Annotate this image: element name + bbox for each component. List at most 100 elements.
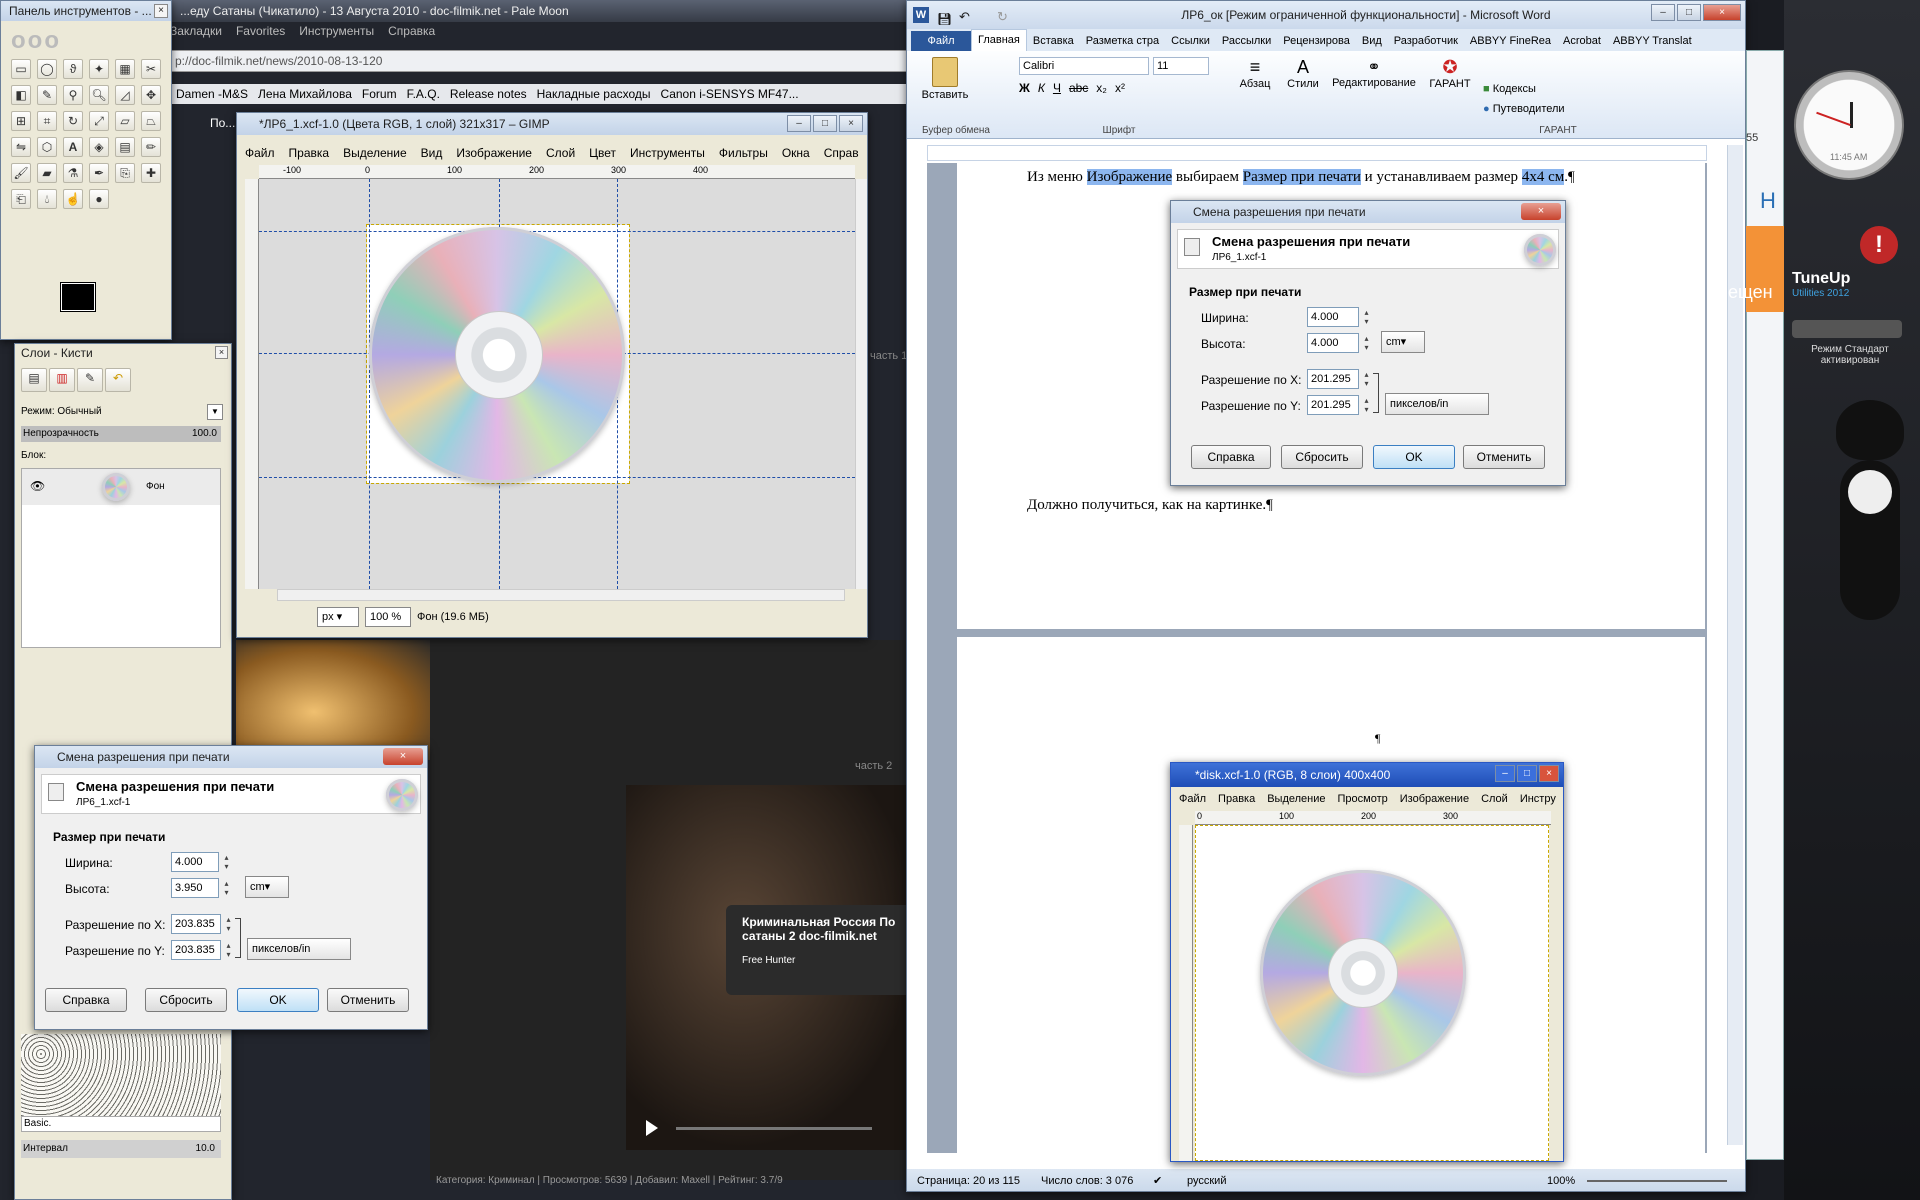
close-icon[interactable]: ×	[383, 748, 423, 765]
rotate-icon[interactable]: ↻	[63, 111, 83, 131]
tab-references[interactable]: Ссылки	[1165, 31, 1216, 51]
redo-icon[interactable]: ↻	[997, 3, 1008, 29]
scale-icon[interactable]: ⤢	[89, 111, 109, 131]
undo-icon[interactable]: ↶	[959, 3, 970, 29]
close-icon[interactable]: ×	[1703, 4, 1741, 21]
tab-file[interactable]: Файл	[911, 31, 971, 51]
guides-link[interactable]: ● Путеводители	[1483, 103, 1565, 115]
codex-link[interactable]: ■ Кодексы	[1483, 83, 1536, 95]
menu-layer[interactable]: Слой	[546, 146, 575, 160]
bookmark-item[interactable]: Лена Михайлова	[258, 87, 352, 101]
clone-icon[interactable]: ⎘	[115, 163, 135, 183]
menu-view[interactable]: Вид	[421, 146, 443, 160]
channels-tab-icon[interactable]: ▥	[49, 368, 75, 392]
minimize-icon[interactable]: –	[787, 115, 811, 132]
menu-tools[interactable]: Инструменты	[630, 146, 705, 160]
foreground-select-icon[interactable]: ◧	[11, 85, 31, 105]
image-scrollbar-v[interactable]	[855, 179, 867, 589]
play-icon[interactable]	[646, 1120, 658, 1136]
fuzzy-select-icon[interactable]: ✦	[89, 59, 109, 79]
tab-acrobat[interactable]: Acrobat	[1557, 31, 1607, 51]
browser-menu-bookmarks[interactable]: Закладки	[170, 24, 222, 42]
height-input[interactable]: 3.950	[171, 878, 230, 898]
pencil-icon[interactable]: ✏	[141, 137, 161, 157]
tuneup-mode-bar[interactable]	[1792, 320, 1902, 338]
paste-button[interactable]: Вставить	[917, 57, 973, 117]
brush-preset-select[interactable]: Basic.	[21, 1116, 221, 1132]
bookmark-item[interactable]: Canon i-SENSYS MF47...	[661, 87, 799, 101]
tab-home[interactable]: Главная	[971, 29, 1027, 51]
shear-icon[interactable]: ▱	[115, 111, 135, 131]
status-language[interactable]: русский	[1187, 1169, 1226, 1191]
tab-view[interactable]: Вид	[1356, 31, 1388, 51]
superscript-icon[interactable]: x²	[1115, 81, 1125, 95]
bookmark-item[interactable]: Накладные расходы	[537, 87, 651, 101]
menu-select[interactable]: Выделение	[343, 146, 407, 160]
tab-review[interactable]: Рецензирова	[1277, 31, 1356, 51]
italic-icon[interactable]: К	[1038, 81, 1045, 95]
color-select-icon[interactable]: ▦	[115, 59, 135, 79]
menu-edit[interactable]: Правка	[289, 146, 330, 160]
close-icon[interactable]: ×	[839, 115, 863, 132]
mode-value[interactable]: Обычный	[57, 406, 101, 417]
help-button[interactable]: Справка	[45, 988, 127, 1012]
bookmark-item[interactable]: Release notes	[450, 87, 527, 101]
bookmark-item[interactable]: Damen -M&S	[176, 87, 248, 101]
status-page[interactable]: Страница: 20 из 115	[917, 1169, 1020, 1191]
strikethrough-icon[interactable]: abc	[1069, 81, 1088, 95]
blur-icon[interactable]: 💧︎	[37, 189, 57, 209]
paths-tab-icon[interactable]: ✎	[77, 368, 103, 392]
menu-file[interactable]: Файл	[245, 146, 275, 160]
heal-icon[interactable]: ✚	[141, 163, 161, 183]
close-icon[interactable]: ×	[154, 4, 168, 18]
editing-button[interactable]: ⚭ Редактирование	[1329, 57, 1419, 89]
move-icon[interactable]: ✥	[141, 85, 161, 105]
ink-icon[interactable]: ✒	[89, 163, 109, 183]
blend-icon[interactable]: ▤	[115, 137, 135, 157]
maximize-icon[interactable]: □	[813, 115, 837, 132]
zoom-select[interactable]: 100 %	[365, 607, 411, 627]
browser-menu-tools[interactable]: Инструменты	[299, 24, 374, 42]
resy-input[interactable]: 203.835	[171, 940, 232, 960]
bucket-fill-icon[interactable]: ◈	[89, 137, 109, 157]
subscript-icon[interactable]: x₂	[1096, 81, 1107, 95]
close-icon[interactable]: ×	[215, 346, 228, 359]
mode-dropdown-arrow[interactable]: ▼	[207, 404, 223, 420]
foreground-color[interactable]	[61, 283, 95, 311]
tab-abbyy-translate[interactable]: ABBYY Translat	[1607, 31, 1698, 51]
unit-select[interactable]: px ▾	[317, 607, 359, 627]
flip-icon[interactable]: ⇋	[11, 137, 31, 157]
tab-insert[interactable]: Вставка	[1027, 31, 1080, 51]
menu-filters[interactable]: Фильтры	[719, 146, 768, 160]
spellcheck-icon[interactable]: ✔	[1153, 1169, 1162, 1191]
smudge-icon[interactable]: ☝	[63, 189, 83, 209]
airbrush-icon[interactable]: ⚗	[63, 163, 83, 183]
width-input[interactable]: 4.000	[171, 852, 230, 872]
zoom-slider[interactable]	[1587, 1180, 1727, 1182]
status-zoom[interactable]: 100%	[1547, 1169, 1575, 1191]
image-canvas[interactable]	[259, 179, 855, 589]
menu-windows[interactable]: Окна	[782, 146, 810, 160]
paths-icon[interactable]: ✎	[37, 85, 57, 105]
menu-image[interactable]: Изображение	[456, 146, 532, 160]
cancel-button[interactable]: Отменить	[327, 988, 409, 1012]
cage-icon[interactable]: ⬡	[37, 137, 57, 157]
tab-layout[interactable]: Разметка стра	[1080, 31, 1165, 51]
styles-button[interactable]: A Стили	[1283, 57, 1323, 90]
tab-abbyy-finereader[interactable]: ABBYY FineRea	[1464, 31, 1557, 51]
bookmark-item[interactable]: F.A.Q.	[407, 87, 440, 101]
save-icon[interactable]: 💾︎	[937, 5, 952, 29]
paintbrush-icon[interactable]: 🖌︎	[11, 163, 31, 183]
font-name-select[interactable]: Calibri	[1019, 57, 1149, 75]
zoom-icon[interactable]: 🔍︎	[89, 85, 109, 105]
layer-row[interactable]: 👁︎ Фон	[22, 469, 220, 505]
resx-input[interactable]: 203.835	[171, 914, 232, 934]
reset-button[interactable]: Сбросить	[145, 988, 227, 1012]
lasso-icon[interactable]: ϑ	[63, 59, 83, 79]
bold-icon[interactable]: Ж	[1019, 81, 1030, 95]
video-player[interactable]: Криминальная Россия По сатаны 2 doc-film…	[626, 785, 916, 1150]
unit-select[interactable]: cm▾	[245, 876, 289, 898]
undo-tab-icon[interactable]: ↶	[105, 368, 131, 392]
underline-icon[interactable]: Ч	[1053, 81, 1061, 95]
opacity-slider[interactable]: Непрозрачность 100.0	[21, 426, 221, 442]
